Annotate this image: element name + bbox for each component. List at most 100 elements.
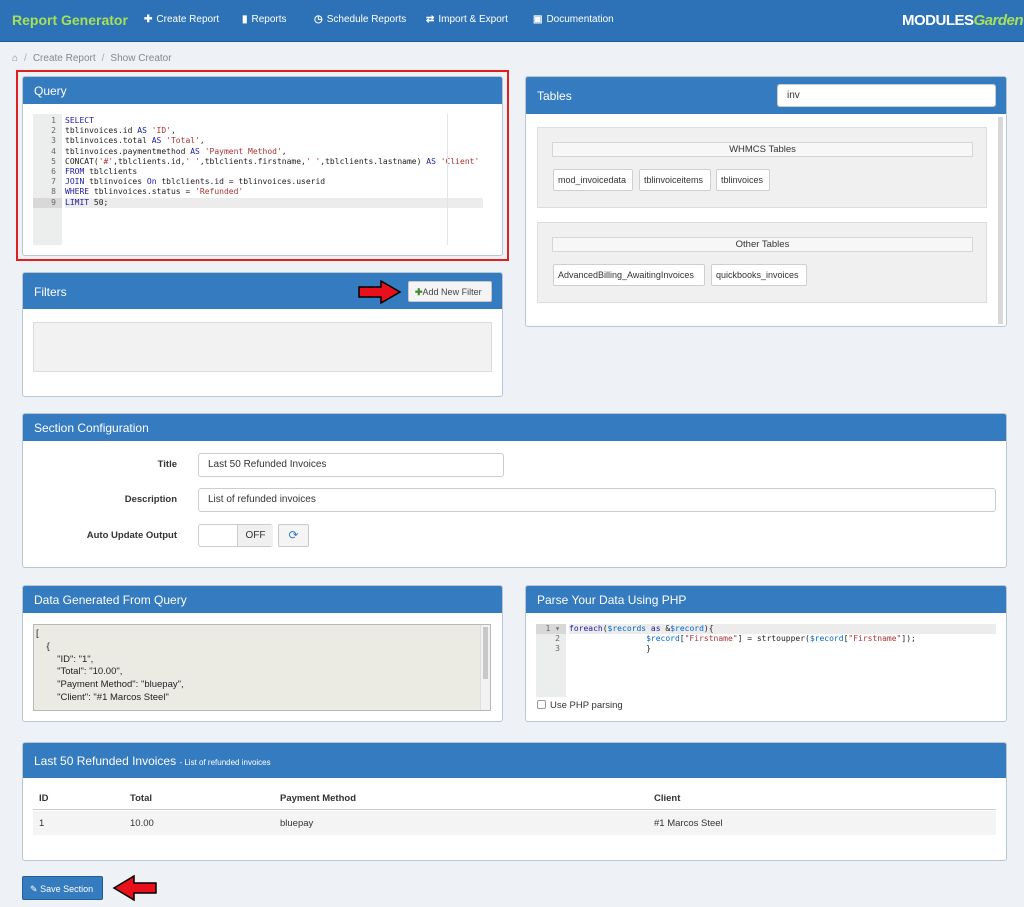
data-output-line: [ xyxy=(36,628,39,639)
query-panel: Query 123456789 SELECT tblinvoices.id AS … xyxy=(22,76,503,256)
print-margin xyxy=(447,114,448,245)
use-php-checkbox[interactable] xyxy=(537,700,546,709)
data-scrollbar[interactable] xyxy=(480,625,490,710)
php-code: foreach($records as &$record){ $record["… xyxy=(569,624,996,655)
plus-icon: ✚ xyxy=(415,287,423,297)
tables-panel-title: Tables xyxy=(537,89,572,103)
query-code-line: WHERE tblinvoices.status = 'Refunded' xyxy=(65,187,244,197)
top-navbar: Report Generator ✚ Create Report ▮ Reports… xyxy=(0,0,1024,42)
breadcrumb-show-creator: Show Creator xyxy=(110,53,172,64)
php-panel: Parse Your Data Using PHP 1 ▾ 2 3 foreach(… xyxy=(525,585,1007,722)
nav-label: Schedule Reports xyxy=(326,14,407,25)
save-arrow-icon xyxy=(112,874,157,902)
cell-client: #1 Marcos Steel xyxy=(654,818,723,829)
results-panel-header: Last 50 Refunded Invoices - List of refu… xyxy=(23,743,1006,778)
description-label: Description xyxy=(124,494,177,505)
results-title: Last 50 Refunded Invoices xyxy=(34,754,177,768)
exchange-icon: ⇄ xyxy=(426,14,435,25)
query-code-line: tblinvoices.total AS 'Total', xyxy=(65,136,205,146)
nav-create-report[interactable]: ✚ Create Report xyxy=(144,14,219,25)
bar-chart-icon: ▮ xyxy=(242,14,248,25)
data-output-textarea[interactable]: [ { "ID": "1", "Total": "10.00", "Paymen… xyxy=(33,624,491,711)
breadcrumb-create-report[interactable]: Create Report xyxy=(33,53,96,64)
tables-scrollbar[interactable] xyxy=(998,117,1003,324)
table-row: 1 10.00 bluepay #1 Marcos Steel xyxy=(33,811,996,835)
refresh-button[interactable]: ⟳ xyxy=(278,524,309,547)
data-output-line: "Client": "#1 Marcos Steel" xyxy=(36,691,169,703)
data-output-line: { xyxy=(36,640,50,652)
query-code-line: SELECT xyxy=(65,116,94,125)
book-icon: ▣ xyxy=(533,14,543,25)
refresh-icon: ⟳ xyxy=(288,528,299,542)
php-panel-title: Parse Your Data Using PHP xyxy=(526,586,1006,613)
data-generated-title: Data Generated From Query xyxy=(23,586,502,613)
data-output-line: "Payment Method": "bluepay", xyxy=(36,679,184,691)
results-table-header: ID Total Payment Method Client xyxy=(33,789,996,810)
nav-reports[interactable]: ▮ Reports xyxy=(242,14,287,25)
table-advancedbilling-awaitinginvoices[interactable]: AdvancedBilling_AwaitingInvoices xyxy=(553,264,705,286)
nav-import-export[interactable]: ⇄ Import & Export xyxy=(426,14,508,25)
section-configuration-panel: Section Configuration Title Last 50 Refu… xyxy=(22,413,1007,568)
auto-update-label: Auto Update Output xyxy=(86,530,177,541)
column-header-total: Total xyxy=(130,793,152,804)
nav-label: Create Report xyxy=(156,14,220,25)
table-tblinvoiceitems[interactable]: tblinvoiceitems xyxy=(639,169,711,191)
php-code-line: $record["Firstname"] = strtoupper($recor… xyxy=(646,634,916,644)
auto-update-toggle[interactable]: OFF xyxy=(198,524,273,547)
data-output-line: "ID": "1", xyxy=(36,653,94,665)
add-filter-arrow-icon xyxy=(358,279,402,305)
nav-schedule-reports[interactable]: ◷ Schedule Reports xyxy=(314,14,406,25)
title-label: Title xyxy=(157,459,177,470)
query-code-line: tblinvoices.paymentmethod AS 'Payment Me… xyxy=(65,146,287,156)
use-php-parsing-option[interactable]: Use PHP parsing xyxy=(537,700,623,711)
nav-documentation[interactable]: ▣ Documentation xyxy=(533,14,614,25)
logo-main: MODULES xyxy=(902,12,974,29)
query-code-line: CONCAT('#',tblclients.id,' ',tblclients.… xyxy=(65,156,480,166)
cell-payment-method: bluepay xyxy=(280,818,314,829)
table-tblinvoices[interactable]: tblinvoices xyxy=(716,169,770,191)
table-mod-invoicedata[interactable]: mod_invoicedata xyxy=(553,169,633,191)
add-new-filter-button[interactable]: ✚Add New Filter xyxy=(408,281,492,302)
php-editor[interactable]: 1 ▾ 2 3 foreach($records as &$record){ $re… xyxy=(536,624,996,697)
nav-label: Import & Export xyxy=(438,14,508,25)
data-generated-panel: Data Generated From Query [ { "ID": "1",… xyxy=(22,585,503,722)
query-line-numbers: 123456789 xyxy=(33,114,62,245)
title-input[interactable]: Last 50 Refunded Invoices xyxy=(198,453,504,477)
table-quickbooks-invoices[interactable]: quickbooks_invoices xyxy=(711,264,807,286)
modulesgarden-logo: MODULESGarden xyxy=(902,12,1024,29)
php-code-line: } xyxy=(569,644,651,654)
section-configuration-title: Section Configuration xyxy=(23,414,1006,441)
query-code-line: tblinvoices.id AS 'ID', xyxy=(65,126,176,136)
filters-panel-title: Filters xyxy=(34,285,67,299)
whmcs-tables-title: WHMCS Tables xyxy=(552,142,973,157)
brand-title[interactable]: Report Generator xyxy=(12,12,128,28)
description-input[interactable]: List of refunded invoices xyxy=(198,488,996,512)
save-section-label: Save Section xyxy=(40,884,94,894)
results-subtitle: - List of refunded invoices xyxy=(179,758,271,767)
pencil-icon: ✎ xyxy=(30,884,38,894)
breadcrumb: ⌂ / Create Report / Show Creator xyxy=(12,53,172,64)
data-output-line: "Total": "10.00", xyxy=(36,666,123,678)
php-code-line: foreach($records as &$record){ xyxy=(569,624,996,635)
save-section-button[interactable]: ✎ Save Section xyxy=(22,876,103,900)
cell-id: 1 xyxy=(39,818,45,829)
query-code-line: FROM tblclients xyxy=(65,166,138,176)
cell-total: 10.00 xyxy=(130,818,154,829)
plus-icon: ✚ xyxy=(144,14,153,25)
other-tables-title: Other Tables xyxy=(552,237,973,252)
tables-search-input[interactable]: inv xyxy=(777,84,996,107)
column-header-client: Client xyxy=(654,793,681,804)
logo-accent: Garden xyxy=(973,12,1024,29)
query-code: SELECT tblinvoices.id AS 'ID', tblinvoices… xyxy=(65,116,483,208)
add-new-filter-label: Add New Filter xyxy=(422,287,482,297)
home-icon[interactable]: ⌂ xyxy=(12,53,18,64)
other-tables-group: Other Tables AdvancedBilling_AwaitingInv… xyxy=(537,222,987,303)
use-php-label: Use PHP parsing xyxy=(550,700,623,711)
toggle-state: OFF xyxy=(237,525,273,546)
whmcs-tables-group: WHMCS Tables mod_invoicedata tblinvoicei… xyxy=(537,127,987,208)
clock-icon: ◷ xyxy=(314,14,323,25)
tables-panel: Tables inv WHMCS Tables mod_invoicedata … xyxy=(525,76,1007,327)
query-editor[interactable]: 123456789 SELECT tblinvoices.id AS 'ID', t… xyxy=(33,114,493,245)
results-panel: Last 50 Refunded Invoices - List of refu… xyxy=(22,742,1007,861)
query-code-line: JOIN tblinvoices On tblclients.id = tbli… xyxy=(65,177,326,187)
